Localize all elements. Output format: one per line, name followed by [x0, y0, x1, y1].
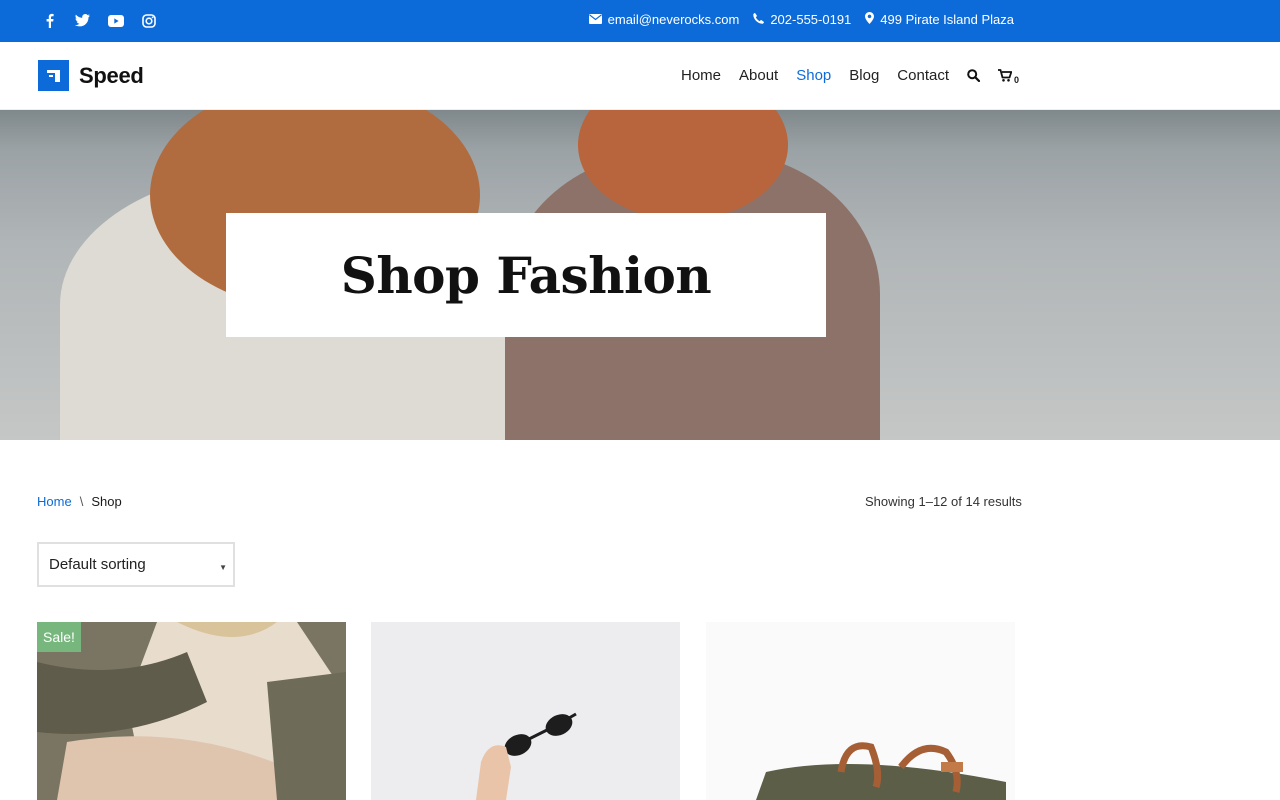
nav-about[interactable]: About	[739, 67, 778, 84]
address-text: 499 Pirate Island Plaza	[880, 12, 1014, 27]
sort-select[interactable]: Default sorting ▼	[37, 542, 235, 587]
phone-contact[interactable]: 202-555-0191	[753, 12, 851, 27]
logo-mark-icon	[38, 60, 69, 91]
twitter-icon[interactable]	[73, 11, 92, 30]
email-contact[interactable]: email@neverocks.com	[588, 12, 740, 27]
breadcrumb-current: Shop	[91, 494, 122, 509]
breadcrumb: Home \ Shop	[37, 494, 122, 509]
nav-blog[interactable]: Blog	[849, 67, 879, 84]
facebook-icon[interactable]	[40, 11, 59, 30]
social-links	[40, 11, 158, 30]
map-pin-icon	[865, 12, 875, 27]
youtube-icon[interactable]	[106, 11, 125, 30]
search-icon[interactable]	[967, 69, 980, 82]
site-logo[interactable]: Speed	[38, 60, 144, 91]
top-bar: email@neverocks.com 202-555-0191 499 Pir…	[0, 0, 1280, 42]
product-image-leather-bag	[706, 622, 1015, 800]
logo-text: Speed	[79, 62, 144, 88]
contact-info: email@neverocks.com 202-555-0191 499 Pir…	[588, 12, 1014, 27]
product-card-3[interactable]	[706, 622, 1015, 800]
sort-selected-value: Default sorting	[49, 556, 146, 573]
nav-contact[interactable]: Contact	[897, 67, 949, 84]
main-nav: Home About Shop Blog Contact 0	[681, 67, 1019, 85]
dropdown-arrow-icon: ▼	[219, 563, 227, 572]
nav-shop[interactable]: Shop	[796, 67, 831, 84]
phone-text: 202-555-0191	[770, 12, 852, 27]
breadcrumb-separator: \	[79, 494, 84, 509]
cart-icon[interactable]: 0	[998, 69, 1019, 85]
address-contact: 499 Pirate Island Plaza	[865, 12, 1014, 27]
product-image-sunglasses	[371, 622, 680, 800]
site-header: Speed Home About Shop Blog Contact 0	[0, 42, 1280, 110]
product-card-2[interactable]	[371, 622, 680, 800]
product-card-1[interactable]	[37, 622, 346, 800]
hero-title-box: Shop Fashion	[226, 213, 826, 337]
page-title: Shop Fashion	[340, 245, 712, 305]
nav-home[interactable]: Home	[681, 67, 721, 84]
hero-banner: Shop Fashion	[0, 110, 1280, 440]
results-count: Showing 1–12 of 14 results	[865, 494, 1022, 509]
phone-icon	[753, 12, 765, 27]
instagram-icon[interactable]	[139, 11, 158, 30]
email-text: email@neverocks.com	[607, 12, 740, 27]
breadcrumb-home[interactable]: Home	[37, 494, 72, 509]
sale-badge: Sale!	[37, 622, 81, 652]
envelope-icon	[588, 12, 602, 27]
product-image-knit-sweater	[37, 622, 346, 800]
cart-count: 0	[1014, 75, 1020, 85]
